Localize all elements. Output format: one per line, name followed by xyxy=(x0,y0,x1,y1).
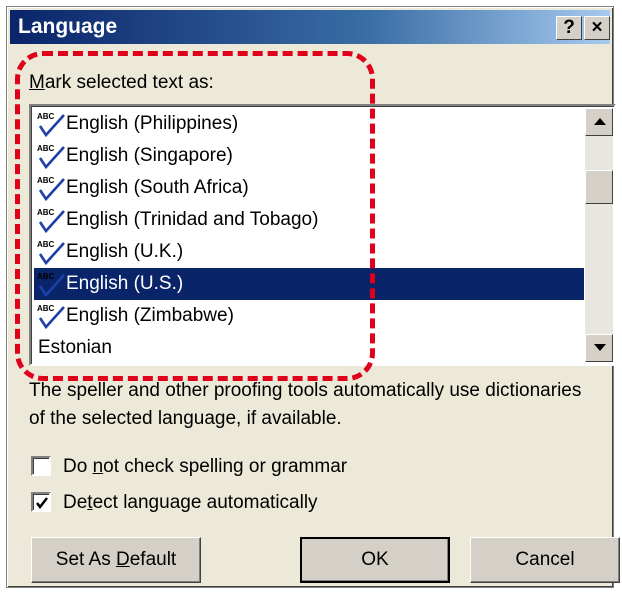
detect-language-checkbox[interactable] xyxy=(31,492,51,512)
language-item[interactable]: ABC English (Philippines) xyxy=(34,108,584,140)
window-title: Language xyxy=(18,15,118,38)
language-dialog: Language ? × Mark selected text as: ABC E… xyxy=(6,6,620,588)
spellcheck-abc-icon: ABC xyxy=(36,175,68,202)
language-item-label: English (U.K.) xyxy=(66,241,184,262)
close-button[interactable]: × xyxy=(584,16,610,40)
cancel-button[interactable]: Cancel xyxy=(470,537,620,583)
description-text: The speller and other proofing tools aut… xyxy=(29,380,582,429)
svg-text:ABC: ABC xyxy=(37,112,55,121)
language-item[interactable]: ABC English (South Africa) xyxy=(34,172,584,204)
spellcheck-abc-icon: ABC xyxy=(36,303,68,330)
language-item-label: English (Singapore) xyxy=(66,145,233,166)
scroll-up-button[interactable] xyxy=(585,108,613,136)
svg-text:ABC: ABC xyxy=(37,304,55,313)
checkmark-icon xyxy=(36,497,48,510)
svg-text:ABC: ABC xyxy=(37,272,55,281)
language-item[interactable]: ABC English (U.S.) xyxy=(34,268,584,300)
svg-text:ABC: ABC xyxy=(37,240,55,249)
svg-text:ABC: ABC xyxy=(37,208,55,217)
language-item[interactable]: ABC English (Zimbabwe) xyxy=(34,300,584,332)
spellcheck-abc-icon: ABC xyxy=(36,143,68,170)
language-item-label: English (Trinidad and Tobago) xyxy=(66,209,319,230)
language-item[interactable]: ABC English (U.K.) xyxy=(34,236,584,268)
arrow-down-icon xyxy=(594,344,606,351)
list-label-rest: ark selected text as: xyxy=(44,72,214,93)
help-button[interactable]: ? xyxy=(556,16,582,40)
set-as-default-button[interactable]: Set As Default xyxy=(31,537,201,583)
scroll-down-button[interactable] xyxy=(585,334,613,362)
arrow-up-icon xyxy=(594,118,606,125)
spellcheck-abc-icon: ABC xyxy=(36,207,68,234)
list-label: Mark selected text as: xyxy=(29,72,214,94)
no-check-checkbox[interactable] xyxy=(31,456,51,476)
language-item-label: English (South Africa) xyxy=(66,177,249,198)
language-item-label: Estonian xyxy=(38,337,112,358)
language-item-label: English (U.S.) xyxy=(66,273,184,294)
svg-text:ABC: ABC xyxy=(37,144,55,153)
no-check-label: Do not check spelling or grammar xyxy=(63,456,348,477)
list-label-key: M xyxy=(29,72,45,93)
title-bar[interactable]: Language ? × xyxy=(10,10,610,44)
language-item[interactable]: ABC English (Trinidad and Tobago) xyxy=(34,204,584,236)
spellcheck-abc-icon: ABC xyxy=(36,111,68,138)
ok-button[interactable]: OK xyxy=(300,537,450,583)
language-item-label: English (Philippines) xyxy=(66,113,239,134)
spellcheck-abc-icon: ABC xyxy=(36,271,68,298)
spellcheck-abc-icon: ABC xyxy=(36,239,68,266)
scrollbar[interactable] xyxy=(585,108,613,362)
language-list[interactable]: ABC English (Philippines) ABC English (Sing… xyxy=(29,104,616,366)
detect-language-label: Detect language automatically xyxy=(63,492,318,513)
svg-text:ABC: ABC xyxy=(37,176,55,185)
language-item[interactable]: ABC English (Singapore) xyxy=(34,140,584,172)
language-item-label: English (Zimbabwe) xyxy=(66,305,234,326)
language-item[interactable]: Estonian xyxy=(34,332,584,364)
scroll-thumb[interactable] xyxy=(585,170,613,204)
